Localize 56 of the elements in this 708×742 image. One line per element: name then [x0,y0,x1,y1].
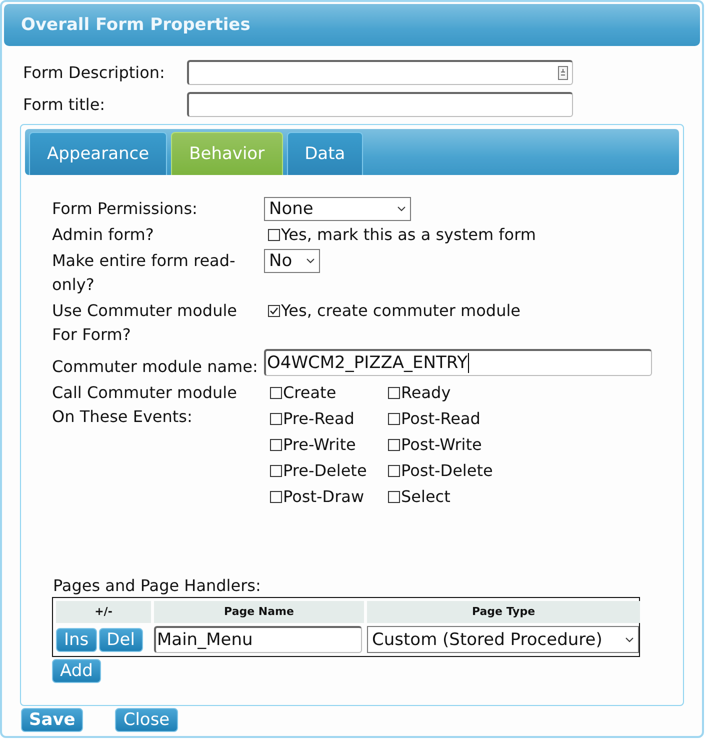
setting-label: Commuter module name: [52,356,259,378]
dialog-title: Overall Form Properties [4,4,700,46]
checkbox-label: Post-Delete [401,460,493,482]
add-button[interactable]: Add [52,659,101,683]
checkbox-label: Post-Write [401,434,482,456]
setting-label: Make entire form read-only? [52,250,236,296]
checkbox-label: Select [401,486,450,508]
checkbox[interactable] [388,439,400,451]
caret-icon [397,206,406,212]
checkbox[interactable] [388,491,400,503]
checkbox[interactable] [268,229,280,241]
checkbox[interactable] [270,439,282,451]
setting-label: Use Commuter module For Form? [52,300,238,346]
field-label: Form Description: [23,62,166,82]
checkbox[interactable] [388,413,400,425]
input-field[interactable] [187,60,573,84]
expand-icon[interactable] [558,66,568,80]
row-button[interactable]: Del [98,628,143,652]
input-field[interactable]: Main_Menu [154,626,362,653]
column-header: Page Name [154,601,364,623]
checkbox[interactable] [270,413,282,425]
setting-label: Call Commuter module On These Events: [52,382,238,428]
checkbox-label: Yes, create commuter module [281,300,521,322]
section-label: Pages and Page Handlers: [52,576,262,595]
checkbox-label: Yes, mark this as a system form [281,224,536,246]
dropdown[interactable]: No [264,249,320,273]
checkbox[interactable] [388,465,400,477]
column-header: Page Type [367,601,640,623]
input-field[interactable] [187,92,573,116]
footer-button[interactable]: Save [21,708,84,732]
checkbox[interactable] [270,465,282,477]
tab[interactable]: Behavior [171,132,283,175]
column-header: +/- [56,601,151,623]
checkbox[interactable] [268,305,280,317]
setting-label: Admin form? [52,224,155,246]
checkbox-label: Pre-Write [283,434,356,456]
checkbox-label: Create [283,382,336,404]
checkbox[interactable] [388,387,400,399]
row-button[interactable]: Ins [56,628,97,652]
checkbox-label: Post-Read [401,408,480,430]
tab[interactable]: Appearance [29,132,168,175]
setting-label: Form Permissions: [52,198,198,220]
footer-button[interactable]: Close [115,708,178,732]
tab[interactable]: Data [286,132,364,175]
caret-icon [625,636,634,642]
checkbox-label: Ready [401,382,451,404]
field-label: Form title: [23,94,106,114]
input-field[interactable]: O4WCM2_PIZZA_ENTRY [264,349,652,376]
checkbox-label: Pre-Delete [283,460,367,482]
checkbox[interactable] [270,387,282,399]
checkbox-label: Post-Draw [283,486,364,508]
dropdown[interactable]: Custom (Stored Procedure) [367,626,639,653]
caret-icon [306,258,315,264]
checkbox-label: Pre-Read [283,408,354,430]
checkbox[interactable] [270,491,282,503]
dropdown[interactable]: None [264,197,411,221]
